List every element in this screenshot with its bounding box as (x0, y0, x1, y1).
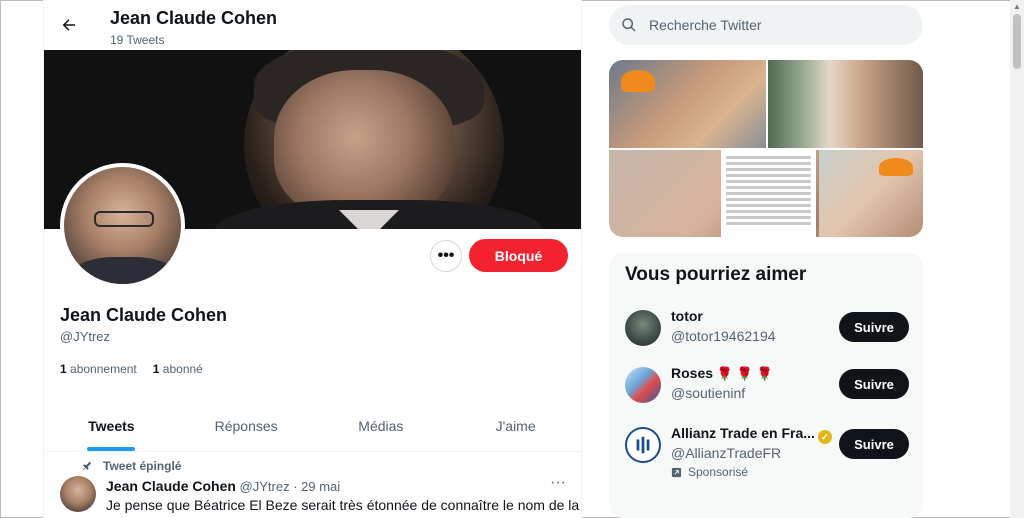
scroll-thumb[interactable] (1013, 14, 1021, 69)
page-scrollbar[interactable]: ▲ (1010, 0, 1024, 518)
search-icon (622, 18, 636, 32)
tab-likes[interactable]: J'aime (448, 400, 581, 451)
tweet-text: Je pense que Béatrice El Beze serait trè… (106, 497, 580, 513)
follow-stats: 1 abonnement 1 abonné (60, 362, 203, 376)
tweet-header: Jean Claude Cohen @JYtrez · 29 mai (106, 478, 340, 494)
profile-avatar[interactable] (60, 163, 185, 288)
user-name[interactable]: totor (671, 308, 703, 324)
tweet-author-handle: @JYtrez (239, 479, 290, 494)
follow-button[interactable]: Suivre (839, 429, 909, 459)
rose-emoji: 🌹 🌹 🌹 (716, 366, 773, 381)
followers-link[interactable]: 1 abonné (153, 362, 203, 376)
media-preview-grid (609, 60, 923, 237)
search-placeholder: Recherche Twitter (649, 17, 762, 33)
tweet-author-name[interactable]: Jean Claude Cohen (106, 478, 236, 494)
following-link[interactable]: 1 abonnement (60, 362, 137, 376)
sponsored-label: Sponsorisé (671, 465, 748, 479)
header-title: Jean Claude Cohen (110, 8, 278, 28)
search-input[interactable]: Recherche Twitter (609, 5, 923, 45)
tweet-more-icon[interactable]: ··· (550, 474, 566, 492)
profile-handle: @JYtrez (60, 329, 111, 344)
profile-header: Jean Claude Cohen 19 Tweets (44, 0, 581, 50)
suggestions-title: Vous pourriez aimer (625, 264, 807, 285)
who-to-follow-panel: Vous pourriez aimer totor @totor19462194… (609, 253, 923, 518)
verified-badge-icon: ✓ (817, 430, 832, 444)
tab-media[interactable]: Médias (314, 400, 449, 451)
tab-replies[interactable]: Réponses (179, 400, 314, 451)
header-tweet-count: 19 Tweets (110, 33, 165, 47)
more-options-button[interactable]: ••• (430, 240, 462, 272)
profile-column: Jean Claude Cohen 19 Tweets ••• Bloqué J… (43, 0, 582, 518)
user-handle: @totor19462194 (671, 328, 776, 344)
media-thumbnail-1[interactable] (609, 60, 766, 148)
promoted-icon (671, 467, 682, 477)
profile-tabs: Tweets Réponses Médias J'aime (44, 400, 581, 452)
pinned-label: Tweet épinglé (81, 459, 181, 473)
back-arrow-icon[interactable] (58, 14, 80, 36)
user-name[interactable]: Roses 🌹 🌹 🌹 (671, 365, 773, 382)
tab-tweets[interactable]: Tweets (44, 400, 179, 451)
follow-button[interactable]: Suivre (839, 312, 909, 342)
tweet-avatar[interactable] (60, 476, 96, 512)
scroll-up-arrow-icon[interactable]: ▲ (1013, 2, 1021, 11)
suggested-user-roses[interactable]: Roses 🌹 🌹 🌹 @soutieninf Suivre (609, 365, 923, 421)
follow-button[interactable]: Suivre (839, 369, 909, 399)
profile-name: Jean Claude Cohen (60, 305, 228, 325)
suggested-user-totor[interactable]: totor @totor19462194 Suivre (609, 308, 923, 364)
avatar[interactable] (625, 310, 661, 346)
user-handle: @AllianzTradeFR (671, 445, 782, 461)
user-handle: @soutieninf (671, 385, 746, 401)
media-thumbnail-3[interactable] (609, 150, 923, 237)
media-thumbnail-2[interactable] (768, 60, 923, 148)
suggested-user-allianz[interactable]: Allianz Trade en Fra... ✓ @AllianzTradeFR… (609, 425, 923, 481)
pin-icon (82, 461, 92, 471)
avatar[interactable] (625, 367, 661, 403)
blocked-button[interactable]: Bloqué (469, 239, 568, 272)
tweet-date[interactable]: · 29 mai (293, 479, 340, 494)
allianz-logo-icon[interactable] (625, 427, 661, 463)
user-name[interactable]: Allianz Trade en Fra... ✓ (671, 425, 832, 444)
